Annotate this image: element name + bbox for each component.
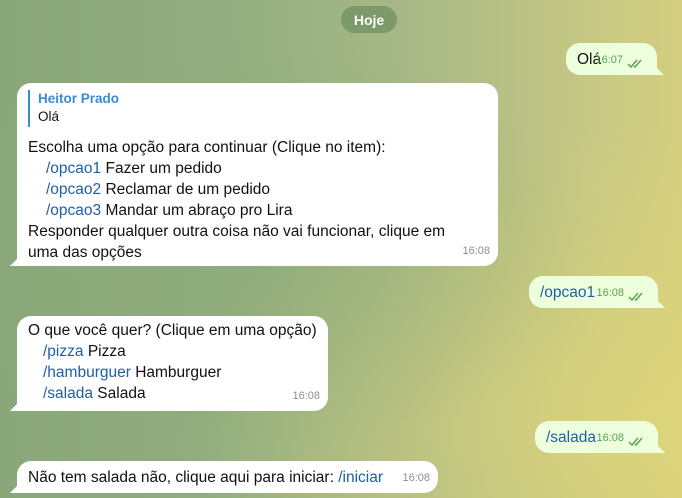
message-time: 16:08 bbox=[402, 472, 430, 484]
command-link[interactable]: /pizza bbox=[43, 343, 84, 360]
incoming-message[interactable]: Heitor Prado Olá Escolha uma opção para … bbox=[17, 83, 498, 266]
double-check-icon bbox=[628, 437, 643, 447]
command-link[interactable]: /salada bbox=[546, 429, 596, 446]
command-link[interactable]: /opcao1 bbox=[46, 160, 101, 177]
message-time: 16:08 bbox=[596, 432, 624, 444]
menu-intro: O que você quer? (Clique em uma opção) bbox=[28, 322, 317, 339]
command-link[interactable]: /opcao1 bbox=[540, 284, 595, 301]
menu-intro: Escolha uma opção para continuar (Clique… bbox=[28, 139, 386, 156]
incoming-message[interactable]: O que você quer? (Clique em uma opção) /… bbox=[17, 316, 328, 411]
option-label: Mandar um abraço pro Lira bbox=[105, 202, 293, 219]
reply-preview[interactable]: Heitor Prado Olá bbox=[28, 90, 488, 127]
message-time: 16:08 bbox=[292, 390, 320, 402]
message-time: 16:08 bbox=[462, 245, 490, 257]
outgoing-message[interactable]: /salada 16:08 bbox=[535, 421, 658, 453]
message-time: 16:08 bbox=[596, 287, 624, 299]
option-label: Fazer um pedido bbox=[105, 160, 222, 177]
date-separator: Hoje bbox=[341, 6, 397, 33]
command-link[interactable]: /iniciar bbox=[338, 469, 383, 486]
double-check-icon bbox=[627, 59, 642, 69]
reply-text: Olá bbox=[38, 109, 60, 124]
incoming-message[interactable]: Não tem salada não, clique aqui para ini… bbox=[17, 461, 438, 493]
command-link[interactable]: /opcao3 bbox=[46, 202, 101, 219]
outgoing-message[interactable]: /opcao1 16:08 bbox=[529, 276, 658, 308]
option-label: Reclamar de um pedido bbox=[105, 181, 271, 198]
menu-option: /pizza Pizza bbox=[28, 341, 318, 362]
command-link[interactable]: /salada bbox=[43, 385, 93, 402]
double-check-icon bbox=[628, 292, 643, 302]
message-text: Não tem salada não, clique aqui para ini… bbox=[28, 469, 334, 486]
message-time: 16:07 bbox=[595, 54, 623, 66]
menu-option: /salada Salada bbox=[28, 383, 318, 404]
command-link[interactable]: /opcao2 bbox=[46, 181, 101, 198]
option-label: Hamburguer bbox=[135, 364, 222, 381]
menu-option: /opcao2 Reclamar de um pedido bbox=[28, 179, 488, 200]
option-label: Salada bbox=[97, 385, 146, 402]
command-link[interactable]: /hamburguer bbox=[43, 364, 131, 381]
menu-option: /hamburguer Hamburguer bbox=[28, 362, 318, 383]
menu-option: /opcao1 Fazer um pedido bbox=[28, 158, 488, 179]
outgoing-message[interactable]: Olá 16:07 bbox=[566, 43, 657, 75]
option-label: Pizza bbox=[87, 343, 126, 360]
menu-option: /opcao3 Mandar um abraço pro Lira bbox=[28, 200, 488, 221]
reply-author: Heitor Prado bbox=[38, 91, 120, 106]
menu-footer: Responder qualquer outra coisa não vai f… bbox=[28, 223, 446, 261]
